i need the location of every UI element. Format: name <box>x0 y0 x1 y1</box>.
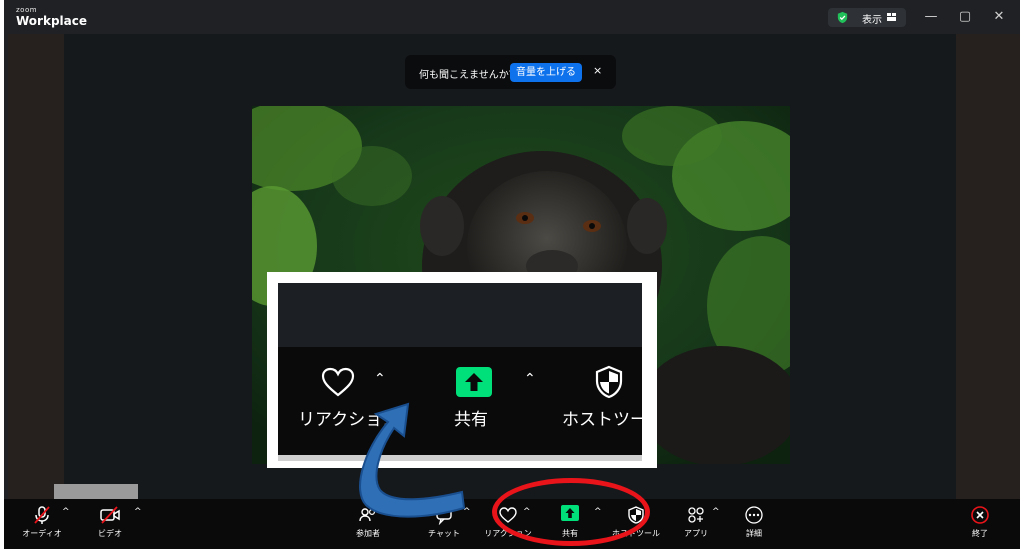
grid-icon <box>887 13 896 21</box>
video-label: ビデオ <box>98 529 122 538</box>
heart-icon <box>321 367 355 397</box>
apps-icon <box>688 507 704 523</box>
self-view-thumbnail[interactable] <box>54 484 138 499</box>
share-screen-icon <box>456 367 492 397</box>
maximize-button[interactable]: ▢ <box>956 8 974 26</box>
title-bar: zoom Workplace 表示 — ▢ ✕ <box>4 0 1020 34</box>
maximize-icon: ▢ <box>958 9 972 24</box>
minimize-button[interactable]: — <box>922 8 940 26</box>
brand-name: Workplace <box>16 14 88 28</box>
apps-options-caret-icon[interactable]: ^ <box>712 507 720 517</box>
zoom-window: zoom Workplace 表示 — ▢ ✕ 何も聞こえませんか？ 音量を上げ… <box>4 0 1020 549</box>
audio-label: オーディオ <box>22 529 62 538</box>
audio-button[interactable]: オーディオ <box>22 499 62 538</box>
more-button[interactable]: 詳細 <box>734 499 774 538</box>
apps-label: アプリ <box>684 529 708 538</box>
right-panel <box>956 34 1020 499</box>
view-button[interactable]: 表示 <box>828 8 906 27</box>
audio-options-caret-icon[interactable]: ^ <box>62 507 70 517</box>
shield-check-icon <box>837 11 848 24</box>
apps-button[interactable]: アプリ <box>676 499 716 538</box>
more-label: 詳細 <box>746 529 762 538</box>
microphone-muted-icon <box>34 506 50 524</box>
camera-off-icon <box>100 506 120 524</box>
more-dots-icon <box>745 506 763 524</box>
left-panel <box>8 34 64 499</box>
end-meeting-icon <box>971 506 989 524</box>
close-icon: ✕ <box>993 9 1005 24</box>
video-button[interactable]: ビデオ <box>90 499 130 538</box>
red-highlight-circle <box>492 478 650 546</box>
end-label: 終了 <box>972 529 988 538</box>
reaction-caret-icon: ⌃ <box>374 371 386 387</box>
inset-host-label: ホストツール <box>562 410 642 430</box>
end-meeting-button[interactable]: 終了 <box>960 499 1000 538</box>
share-caret-icon: ⌃ <box>524 371 536 387</box>
brand-top: zoom <box>16 6 38 14</box>
volume-up-button[interactable]: 音量を上げる <box>510 63 582 82</box>
hearing-prompt-banner: 何も聞こえませんか？ 音量を上げる × <box>405 55 616 89</box>
view-label: 表示 <box>862 15 882 26</box>
blue-curved-arrow <box>359 402 466 518</box>
host-tools-shield-icon <box>595 365 623 399</box>
video-options-caret-icon[interactable]: ^ <box>134 507 142 517</box>
banner-close-icon[interactable]: × <box>593 64 602 77</box>
banner-message: 何も聞こえませんか？ <box>419 70 519 81</box>
close-window-button[interactable]: ✕ <box>990 8 1008 26</box>
minimize-icon: — <box>924 9 938 24</box>
